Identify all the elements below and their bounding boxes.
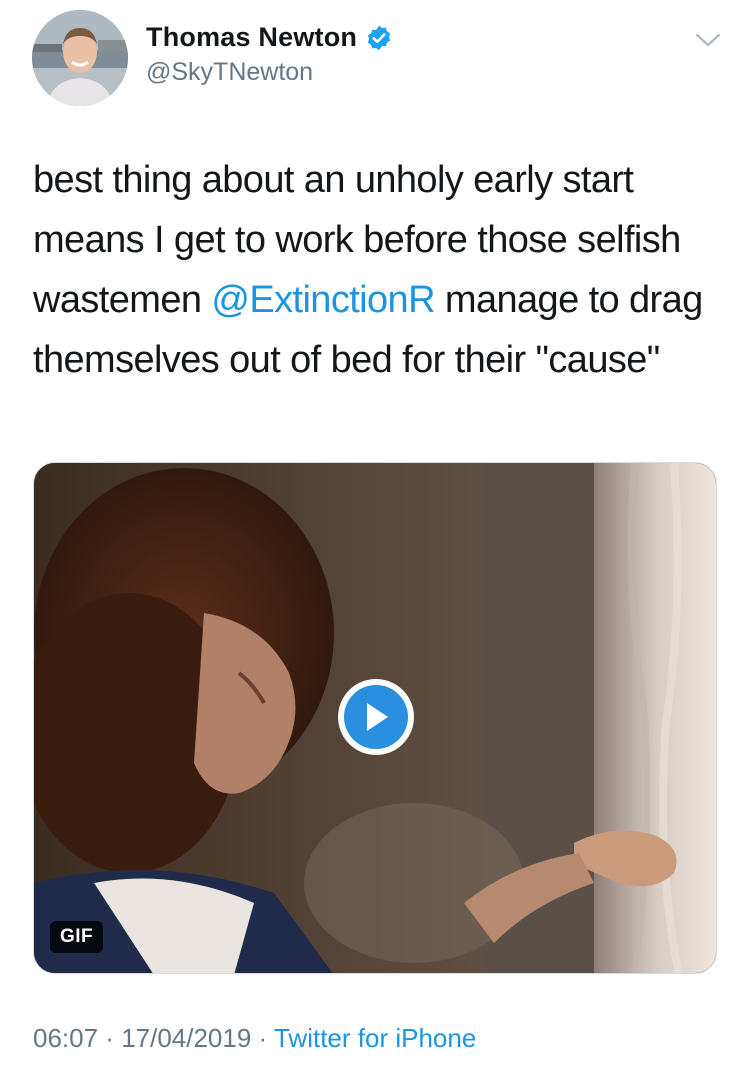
meta-separator: ·: [251, 1023, 274, 1053]
display-name[interactable]: Thomas Newton: [146, 22, 357, 53]
play-button[interactable]: [338, 679, 414, 755]
avatar[interactable]: [32, 10, 128, 106]
tweet-text: best thing about an unholy early start m…: [33, 150, 723, 390]
tweet-time[interactable]: 06:07: [33, 1023, 98, 1053]
tweet-card: Thomas Newton @SkyTNewton best thing abo…: [0, 0, 749, 1065]
tweet-date[interactable]: 17/04/2019: [121, 1023, 251, 1053]
gif-badge: GIF: [50, 921, 104, 953]
play-button-circle: [344, 685, 408, 749]
gif-media[interactable]: GIF: [33, 462, 717, 974]
tweet-source-link[interactable]: Twitter for iPhone: [274, 1023, 476, 1053]
tweet-meta: 06:07 · 17/04/2019 · Twitter for iPhone: [33, 1023, 476, 1054]
mention-link[interactable]: @ExtinctionR: [211, 279, 435, 321]
play-icon: [367, 703, 388, 731]
chevron-down-icon[interactable]: [694, 30, 722, 50]
meta-separator: ·: [98, 1023, 122, 1053]
author-name-row[interactable]: Thomas Newton: [146, 22, 393, 53]
author-handle[interactable]: @SkyTNewton: [146, 58, 313, 87]
verified-badge-icon: [365, 24, 393, 52]
